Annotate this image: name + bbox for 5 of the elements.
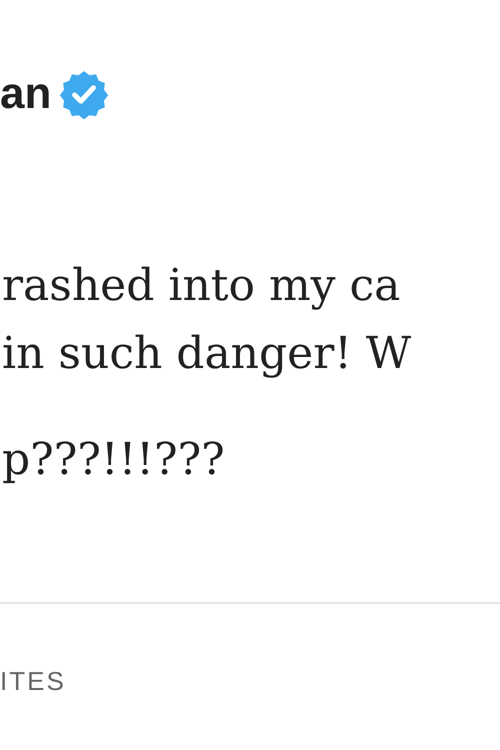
tweet-text: p???!!!??? [2,433,226,487]
favorites-label[interactable]: ITES [0,666,500,697]
author-name[interactable]: an [0,69,52,119]
tweet-text: in such danger! W [2,327,412,381]
tweet-text: rashed into my ca [2,259,402,313]
